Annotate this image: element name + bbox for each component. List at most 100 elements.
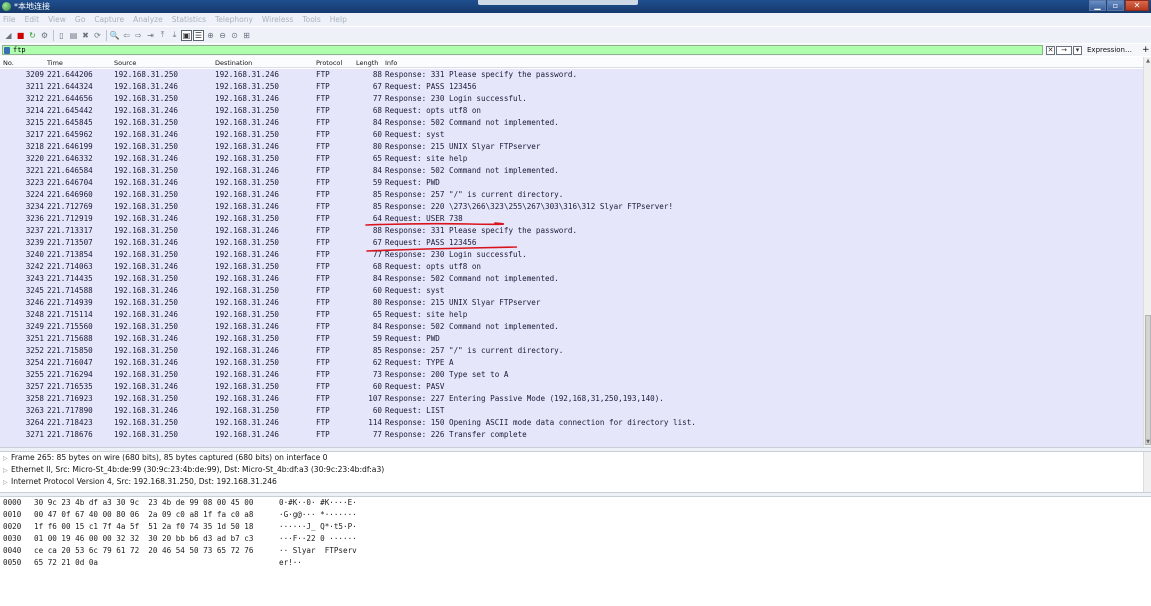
column-length[interactable]: Length (356, 59, 378, 67)
menu-analyze[interactable]: Analyze (133, 15, 163, 24)
open-file-icon[interactable]: ▯ (56, 30, 67, 41)
menu-go[interactable]: Go (75, 15, 85, 24)
hex-row[interactable]: 0030 01 00 19 46 00 00 32 32 30 20 bb b6 … (3, 534, 503, 545)
close-file-icon[interactable]: ✖ (80, 30, 91, 41)
minimize-button[interactable]: ▁ (1089, 0, 1106, 11)
menu-file[interactable]: File (3, 15, 16, 24)
menu-help[interactable]: Help (330, 15, 347, 24)
table-row[interactable]: 3255 221.716294 192.168.31.250 192.168.31.2… (0, 369, 1143, 381)
cell-source: 192.168.31.250 (114, 190, 179, 199)
expand-triangle-icon[interactable]: ▷ (3, 479, 11, 486)
column-no[interactable]: No. (3, 59, 14, 67)
last-icon[interactable]: ⤓ (169, 30, 180, 41)
options-icon[interactable]: ⚙ (39, 30, 50, 41)
zoom-out-icon[interactable]: ⊖ (217, 30, 228, 41)
clear-filter-icon[interactable]: ✕ (1046, 45, 1055, 55)
column-source[interactable]: Source (114, 59, 136, 67)
menu-view[interactable]: View (48, 15, 66, 24)
hex-row[interactable]: 0050 65 72 21 0d 0a er!·· (3, 558, 503, 569)
stop-icon[interactable]: ■ (15, 30, 26, 41)
scrollbar-thumb[interactable] (1145, 315, 1151, 445)
column-time[interactable]: Time (47, 59, 63, 67)
table-row[interactable]: 3240 221.713854 192.168.31.250 192.168.31.2… (0, 249, 1143, 261)
menu-capture[interactable]: Capture (94, 15, 124, 24)
hex-bytes: 1f f6 00 15 c1 7f 4a 5f 51 2a f0 74 35 1… (34, 522, 254, 531)
table-row[interactable]: 3237 221.713317 192.168.31.250 192.168.31.2… (0, 225, 1143, 237)
table-row[interactable]: 3254 221.716047 192.168.31.246 192.168.31.2… (0, 357, 1143, 369)
column-info[interactable]: Info (385, 59, 397, 67)
autoscroll-icon[interactable]: ▣ (181, 29, 192, 41)
reload-icon[interactable]: ⟳ (92, 30, 103, 41)
hex-row[interactable]: 0010 00 47 0f 67 40 00 80 06 2a 09 c0 a8 … (3, 510, 503, 521)
table-row[interactable]: 3252 221.715850 192.168.31.250 192.168.31.2… (0, 345, 1143, 357)
menu-wireless[interactable]: Wireless (262, 15, 293, 24)
table-row[interactable]: 3212 221.644656 192.168.31.250 192.168.31.2… (0, 93, 1143, 105)
table-row[interactable]: 3221 221.646584 192.168.31.250 192.168.31.2… (0, 165, 1143, 177)
table-row[interactable]: 3248 221.715114 192.168.31.246 192.168.31.2… (0, 309, 1143, 321)
table-row[interactable]: 3249 221.715560 192.168.31.250 192.168.31.2… (0, 321, 1143, 333)
column-destination[interactable]: Destination (215, 59, 252, 67)
scroll-down-icon[interactable]: ▼ (1145, 439, 1151, 445)
go-to-icon[interactable]: ⇥ (145, 30, 156, 41)
save-icon[interactable]: ▤ (68, 30, 79, 41)
hex-row[interactable]: 0000 30 9c 23 4b df a3 30 9c 23 4b de 99 … (3, 498, 503, 509)
hex-row[interactable]: 0020 1f f6 00 15 c1 7f 4a 5f 51 2a f0 74 … (3, 522, 503, 533)
close-button[interactable]: ✕ (1125, 0, 1149, 11)
table-row[interactable]: 3215 221.645845 192.168.31.250 192.168.31.2… (0, 117, 1143, 129)
restart-icon[interactable]: ↻ (27, 30, 38, 41)
packet-list-scrollbar[interactable]: ▲ ▼ (1143, 57, 1151, 447)
scroll-up-icon[interactable]: ▲ (1145, 58, 1151, 64)
table-row[interactable]: 3211 221.644324 192.168.31.246 192.168.31.2… (0, 81, 1143, 93)
table-row[interactable]: 3223 221.646704 192.168.31.246 192.168.31.2… (0, 177, 1143, 189)
shark-fin-icon[interactable]: ◢ (3, 30, 14, 41)
zoom-reset-icon[interactable]: ⊙ (229, 30, 240, 41)
table-row[interactable]: 3220 221.646332 192.168.31.246 192.168.31.2… (0, 153, 1143, 165)
forward-icon[interactable]: ⇨ (133, 30, 144, 41)
table-row[interactable]: 3217 221.645962 192.168.31.246 192.168.31.2… (0, 129, 1143, 141)
detail-frame-row[interactable]: ▷ Frame 265: 85 bytes on wire (680 bits),… (3, 453, 328, 464)
table-row[interactable]: 3264 221.718423 192.168.31.250 192.168.31.2… (0, 417, 1143, 429)
detail-ip-row[interactable]: ▷ Internet Protocol Version 4, Src: 192.1… (3, 477, 277, 488)
table-row[interactable]: 3243 221.714435 192.168.31.250 192.168.31.2… (0, 273, 1143, 285)
table-row[interactable]: 3271 221.718676 192.168.31.250 192.168.31.2… (0, 429, 1143, 441)
first-icon[interactable]: ⤒ (157, 30, 168, 41)
menu-edit[interactable]: Edit (25, 15, 40, 24)
resize-columns-icon[interactable]: ⊞ (241, 30, 252, 41)
column-protocol[interactable]: Protocol (316, 59, 342, 67)
apply-filter-icon[interactable]: → (1056, 45, 1072, 55)
menu-statistics[interactable]: Statistics (172, 15, 206, 24)
table-row[interactable]: 3214 221.645442 192.168.31.246 192.168.31.2… (0, 105, 1143, 117)
menu-tools[interactable]: Tools (302, 15, 320, 24)
details-scrollbar[interactable] (1143, 452, 1151, 492)
menu-telephony[interactable]: Telephony (215, 15, 253, 24)
maximize-button[interactable]: ▫ (1107, 0, 1124, 11)
detail-ethernet-row[interactable]: ▷ Ethernet II, Src: Micro-St_4b:de:99 (30… (3, 465, 384, 476)
table-row[interactable]: 3245 221.714588 192.168.31.246 192.168.31.2… (0, 285, 1143, 297)
add-filter-button[interactable]: + (1142, 45, 1150, 55)
table-row[interactable]: 3209 221.644206 192.168.31.250 192.168.31.2… (0, 69, 1143, 81)
expression-button[interactable]: Expression… (1087, 46, 1132, 54)
bookmark-icon[interactable] (4, 46, 10, 54)
table-row[interactable]: 3251 221.715688 192.168.31.246 192.168.31.2… (0, 333, 1143, 345)
expand-triangle-icon[interactable]: ▷ (3, 467, 11, 474)
display-filter-input[interactable]: ftp (2, 45, 1043, 55)
filter-history-chevron-down-icon[interactable]: ▾ (1073, 45, 1082, 55)
back-icon[interactable]: ⇦ (121, 30, 132, 41)
table-row[interactable]: 3258 221.716923 192.168.31.250 192.168.31.2… (0, 393, 1143, 405)
cell-destination: 192.168.31.250 (215, 178, 280, 187)
hex-row[interactable]: 0040 ce ca 20 53 6c 79 61 72 20 46 54 50 … (3, 546, 503, 557)
table-row[interactable]: 3257 221.716535 192.168.31.246 192.168.31.2… (0, 381, 1143, 393)
cell-no: 3249 (25, 322, 44, 331)
colorize-icon[interactable]: ☰ (193, 29, 204, 41)
expand-triangle-icon[interactable]: ▷ (3, 455, 11, 462)
find-icon[interactable]: 🔍 (109, 30, 120, 41)
table-row[interactable]: 3263 221.717890 192.168.31.246 192.168.31.2… (0, 405, 1143, 417)
table-row[interactable]: 3234 221.712769 192.168.31.250 192.168.31.2… (0, 201, 1143, 213)
table-row[interactable]: 3239 221.713507 192.168.31.246 192.168.31.2… (0, 237, 1143, 249)
table-row[interactable]: 3242 221.714063 192.168.31.246 192.168.31.2… (0, 261, 1143, 273)
table-row[interactable]: 3224 221.646960 192.168.31.250 192.168.31.2… (0, 189, 1143, 201)
table-row[interactable]: 3236 221.712919 192.168.31.246 192.168.31.2… (0, 213, 1143, 225)
table-row[interactable]: 3218 221.646199 192.168.31.250 192.168.31.2… (0, 141, 1143, 153)
zoom-in-icon[interactable]: ⊕ (205, 30, 216, 41)
table-row[interactable]: 3246 221.714939 192.168.31.250 192.168.31.2… (0, 297, 1143, 309)
